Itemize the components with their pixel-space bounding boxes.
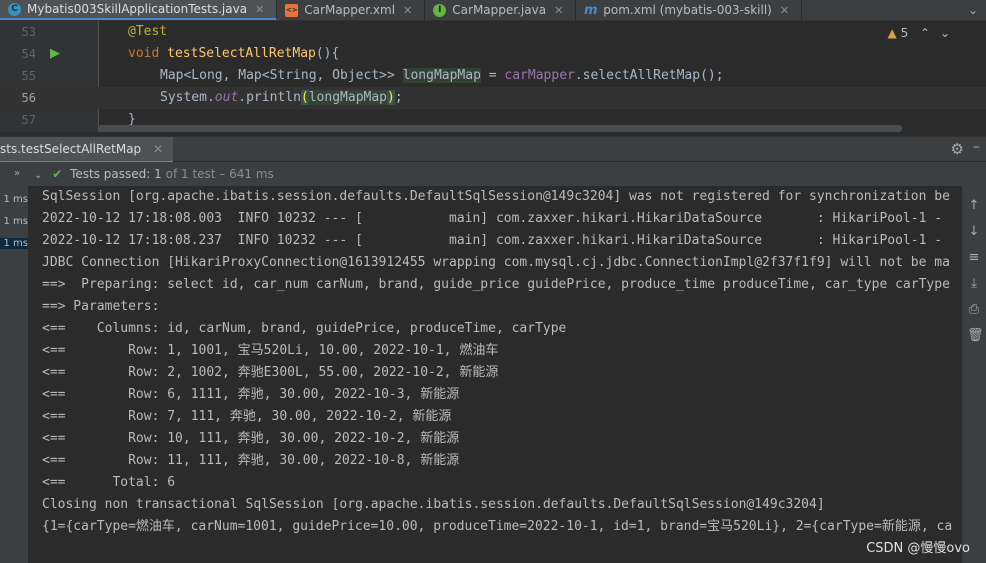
console-output[interactable]: SqlSession [org.apache.ibatis.session.de… xyxy=(28,186,962,563)
code-text: void testSelectAllRetMap(){ xyxy=(128,46,340,61)
console-line: <== Total: 6 xyxy=(42,475,176,490)
watermark: CSDN @慢慢ovo xyxy=(866,541,970,556)
code-text: @Test xyxy=(128,24,168,39)
tab-label: Mybatis003SkillApplicationTests.java xyxy=(27,2,248,16)
console-toolbar: ↑ ↓ ≡ ⤓ ⎙ 🗑 xyxy=(962,186,986,563)
tab-label: pom.xml (mybatis-003-skill) xyxy=(603,3,772,17)
code-token-field: carMapper xyxy=(504,68,575,83)
console-line: ==> Parameters: xyxy=(42,299,168,314)
console-line: <== Row: 11, 111, 奔驰, 30.00, 2022-10-8, … xyxy=(42,453,460,468)
console-line: {1={carType=燃油车, carNum=1001, guidePrice… xyxy=(42,519,953,534)
line-number: 57 xyxy=(21,113,36,127)
console-line: 2022-10-12 17:18:08.237 INFO 10232 --- [… xyxy=(42,233,943,248)
console-line: Closing non transactional SqlSession [or… xyxy=(42,497,825,512)
line-number: 55 xyxy=(21,69,36,83)
arrow-up-icon[interactable]: ↑ xyxy=(967,198,981,213)
interface-icon: I xyxy=(433,3,447,17)
console-line: <== Row: 6, 1111, 奔驰, 30.00, 2022-10-3, … xyxy=(42,387,460,402)
arrow-down-icon[interactable]: ↓ xyxy=(967,224,981,239)
console-line: <== Columns: id, carNum, brand, guidePri… xyxy=(42,321,567,336)
code-token-variable: longMapMap xyxy=(402,68,481,83)
console-line: JDBC Connection [HikariProxyConnection@1… xyxy=(42,255,950,270)
tests-detail-label: of 1 test – 641 ms xyxy=(165,167,274,181)
minimize-icon[interactable]: – xyxy=(973,139,980,155)
soft-wrap-icon[interactable]: ≡ xyxy=(967,250,981,265)
chevron-right-icon[interactable]: » xyxy=(14,168,20,179)
maven-icon: m xyxy=(584,2,598,18)
editor-tab-bar: C Mybatis003SkillApplicationTests.java ✕… xyxy=(0,0,986,21)
tab-carmapper-xml[interactable]: <> CarMapper.xml ✕ xyxy=(277,0,426,20)
run-test-icon[interactable]: ▶ xyxy=(50,43,60,65)
code-line: 53 @Test xyxy=(0,21,986,43)
warning-count: 5 xyxy=(900,26,909,40)
line-number: 56 xyxy=(21,91,36,105)
run-tab[interactable]: sts.testSelectAllRetMap ✕ xyxy=(0,137,174,163)
code-line-current: 56 System.out.println(longMapMap); xyxy=(0,87,986,109)
console-line: <== Row: 1, 1001, 宝马520Li, 10.00, 2022-1… xyxy=(42,343,499,358)
code-token-paren: ) xyxy=(387,90,395,105)
code-token-void: void xyxy=(128,46,160,61)
console-line: <== Row: 7, 111, 奔驰, 30.00, 2022-10-2, 新… xyxy=(42,409,452,424)
chevron-down-icon[interactable]: ⌄ xyxy=(940,26,950,40)
test-tree: » 1 ms 1 ms 1 ms xyxy=(0,162,29,563)
line-number: 54 xyxy=(21,47,36,61)
close-icon[interactable]: ✕ xyxy=(780,4,789,17)
close-icon[interactable]: ✕ xyxy=(255,3,264,16)
code-text: System.out.println(longMapMap); xyxy=(160,90,403,105)
close-icon[interactable]: ✕ xyxy=(554,4,563,17)
tests-passed-label: Tests passed: 1 xyxy=(70,167,162,181)
code-editor[interactable]: 53 @Test 54 ▶ void testSelectAllRetMap()… xyxy=(0,21,986,132)
xml-file-icon: <> xyxy=(285,3,299,17)
console-line: SqlSession [org.apache.ibatis.session.de… xyxy=(42,189,950,204)
tab-mybatis003skillapplicationtests[interactable]: C Mybatis003SkillApplicationTests.java ✕ xyxy=(0,0,278,20)
close-icon[interactable]: ✕ xyxy=(153,142,163,156)
console-line: <== Row: 10, 111, 奔驰, 30.00, 2022-10-2, … xyxy=(42,431,460,446)
tab-list-chevron-icon[interactable]: ⌄ xyxy=(960,0,986,20)
inspection-warnings[interactable]: ▲ 5 ⌃ ⌄ xyxy=(888,26,950,40)
code-text: Map<Long, Map<String, Object>> longMapMa… xyxy=(160,68,724,83)
tab-label: CarMapper.xml xyxy=(304,3,396,17)
tab-carmapper-java[interactable]: I CarMapper.java ✕ xyxy=(425,0,577,20)
check-icon: ✔ xyxy=(52,167,63,181)
code-line: 55 Map<Long, Map<String, Object>> longMa… xyxy=(0,65,986,87)
close-icon[interactable]: ✕ xyxy=(403,4,412,17)
test-tree-item[interactable]: 1 ms xyxy=(0,238,28,249)
console-line: 2022-10-12 17:18:08.003 INFO 10232 --- [… xyxy=(42,211,943,226)
console-line: <== Row: 2, 1002, 奔驰E300L, 55.00, 2022-1… xyxy=(42,365,499,380)
scroll-to-end-icon[interactable]: ⤓ xyxy=(967,276,981,291)
code-token-variable: longMapMap xyxy=(308,90,388,105)
class-icon: C xyxy=(8,2,21,16)
chevron-down-icon[interactable]: ⌄ xyxy=(34,170,42,181)
tab-pom-xml[interactable]: m pom.xml (mybatis-003-skill) ✕ xyxy=(576,0,803,20)
line-number: 53 xyxy=(21,25,36,39)
console-line: ==> Preparing: select id, car_num carNum… xyxy=(42,277,950,292)
run-tool-window-header: sts.testSelectAllRetMap ✕ ⚙ – xyxy=(0,136,986,163)
test-status-bar: ⌄ ✔ Tests passed: 1 of 1 test – 641 ms xyxy=(28,162,986,186)
horizontal-scrollbar[interactable] xyxy=(98,125,902,132)
warning-icon: ▲ xyxy=(887,26,897,40)
chevron-up-icon[interactable]: ⌃ xyxy=(920,26,930,40)
code-token-method: testSelectAllRetMap xyxy=(167,46,316,61)
gear-icon[interactable]: ⚙ xyxy=(951,140,964,158)
print-icon[interactable]: ⎙ xyxy=(967,302,981,317)
test-tree-item[interactable]: 1 ms xyxy=(0,194,29,205)
code-token-out: out xyxy=(214,90,239,105)
code-token-paren: ( xyxy=(300,90,309,105)
run-tab-label: sts.testSelectAllRetMap xyxy=(0,142,142,156)
test-tree-item[interactable]: 1 ms xyxy=(0,216,29,227)
tab-label: CarMapper.java xyxy=(452,3,547,17)
code-line: 54 ▶ void testSelectAllRetMap(){ xyxy=(0,43,986,65)
trash-icon[interactable]: 🗑 xyxy=(967,328,984,343)
